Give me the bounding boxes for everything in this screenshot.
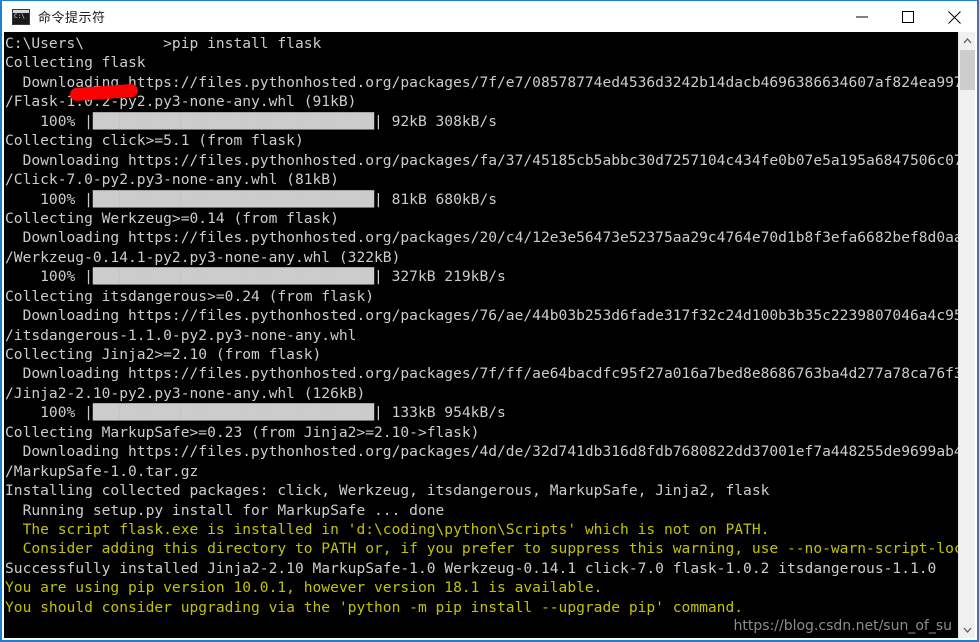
terminal-line: /MarkupSafe-1.0.tar.gz — [5, 462, 199, 480]
csdn-watermark: https://blog.csdn.net/sun_of_su — [733, 618, 952, 634]
minimize-button[interactable] — [839, 1, 885, 33]
terminal-line: Collecting flask — [5, 54, 146, 72]
scroll-up-button[interactable] — [959, 32, 975, 49]
terminal-line: /Jinja2-2.10-py2.py3-none-any.whl (126kB… — [5, 384, 366, 402]
scroll-down-button[interactable] — [959, 621, 975, 638]
window-title: 命令提示符 — [38, 11, 106, 26]
vertical-scrollbar[interactable] — [958, 32, 975, 638]
terminal-text: C:\Users\ >pip install flask Collecting f… — [4, 32, 958, 638]
maximize-button[interactable] — [885, 1, 931, 33]
terminal-output[interactable]: C:\Users\ >pip install flask Collecting f… — [4, 32, 958, 638]
terminal-line: The script flask.exe is installed in 'd:… — [5, 520, 770, 538]
terminal-line: Downloading https://files.pythonhosted.o… — [5, 365, 958, 383]
close-button[interactable] — [931, 1, 977, 33]
terminal-line: 100% |████████████████████████████████| … — [5, 112, 498, 130]
terminal-line: You are using pip version 10.0.1, howeve… — [5, 579, 603, 597]
terminal-line: Collecting Jinja2>=2.10 (from flask) — [5, 346, 322, 363]
terminal-line: C:\Users\ > — [5, 637, 958, 639]
terminal-line: Running setup.py install for MarkupSafe … — [5, 501, 445, 519]
terminal-line: 100% |████████████████████████████████| … — [5, 404, 506, 422]
console-area: C:\Users\ >pip install flask Collecting f… — [4, 32, 975, 638]
terminal-line: /Werkzeug-0.14.1-py2.py3-none-any.whl (3… — [5, 248, 401, 266]
terminal-line: Downloading https://files.pythonhosted.o… — [5, 73, 958, 91]
terminal-line: 100% |████████████████████████████████| … — [5, 268, 506, 286]
terminal-line: You should consider upgrading via the 'p… — [5, 598, 744, 616]
terminal-line: 100% |████████████████████████████████| … — [5, 190, 498, 208]
terminal-line: /Click-7.0-py2.py3-none-any.whl (81kB) — [5, 171, 339, 189]
scrollbar-thumb[interactable] — [960, 50, 975, 90]
terminal-line: Collecting MarkupSafe>=0.23 (from Jinja2… — [5, 423, 480, 441]
cmd-window: 命令提示符 C:\Users\ >pip install flask Collec… — [0, 0, 979, 642]
terminal-line: Downloading https://files.pythonhosted.o… — [5, 151, 958, 169]
window-controls — [839, 1, 977, 33]
terminal-line: Successfully installed Jinja2-2.10 Marku… — [5, 559, 937, 577]
cmd-icon — [12, 8, 30, 25]
title-bar[interactable]: 命令提示符 — [2, 0, 977, 32]
terminal-line: Collecting click>=5.1 (from flask) — [5, 132, 304, 150]
terminal-line: Installing collected packages: click, We… — [5, 482, 770, 500]
terminal-line: Collecting Werkzeug>=0.14 (from flask) — [5, 209, 339, 227]
terminal-line: C:\Users\ >pip install flask — [5, 35, 322, 52]
terminal-line: Downloading https://files.pythonhosted.o… — [5, 307, 958, 325]
terminal-line: Downloading https://files.pythonhosted.o… — [5, 443, 958, 461]
terminal-line: Downloading https://files.pythonhosted.o… — [5, 229, 958, 247]
terminal-line: Collecting itsdangerous>=0.24 (from flas… — [5, 287, 375, 305]
terminal-line: /itsdangerous-1.1.0-py2.py3-none-any.whl — [5, 326, 357, 344]
terminal-line: Consider adding this directory to PATH o… — [5, 540, 958, 558]
terminal-line: /Flask-1.0.2-py2.py3-none-any.whl (91kB) — [5, 93, 357, 111]
